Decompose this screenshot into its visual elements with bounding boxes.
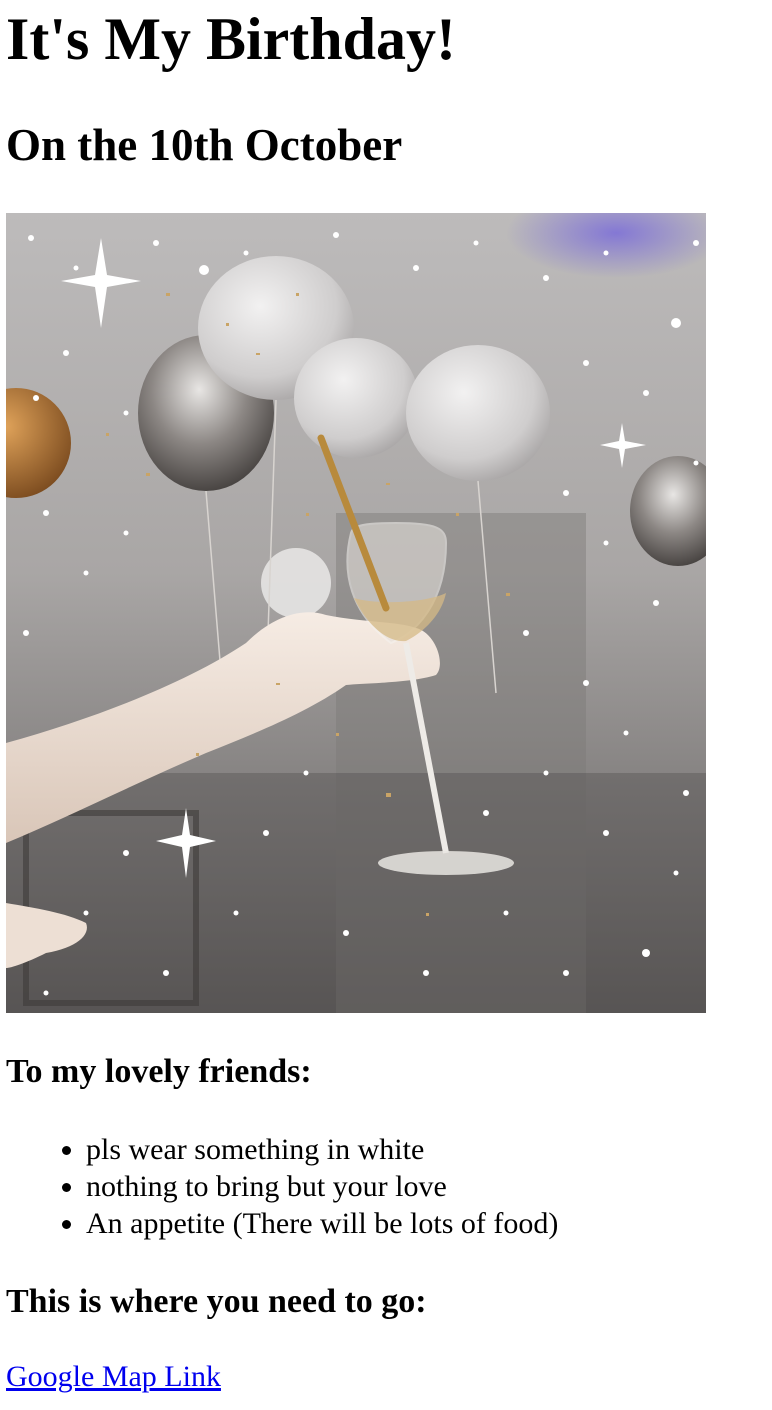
list-item: pls wear something in white <box>86 1131 558 1168</box>
google-map-link[interactable]: Google Map Link <box>6 1358 221 1395</box>
page-title: It's My Birthday! <box>6 6 456 72</box>
directions-heading: This is where you need to go: <box>6 1283 427 1320</box>
list-item: An appetite (There will be lots of food) <box>86 1205 558 1242</box>
friends-heading: To my lovely friends: <box>6 1053 312 1090</box>
list-item: nothing to bring but your love <box>86 1168 558 1205</box>
page-subtitle: On the 10th October <box>6 120 403 170</box>
wish-list: pls wear something in white nothing to b… <box>6 1131 558 1242</box>
party-photo <box>6 213 706 1013</box>
